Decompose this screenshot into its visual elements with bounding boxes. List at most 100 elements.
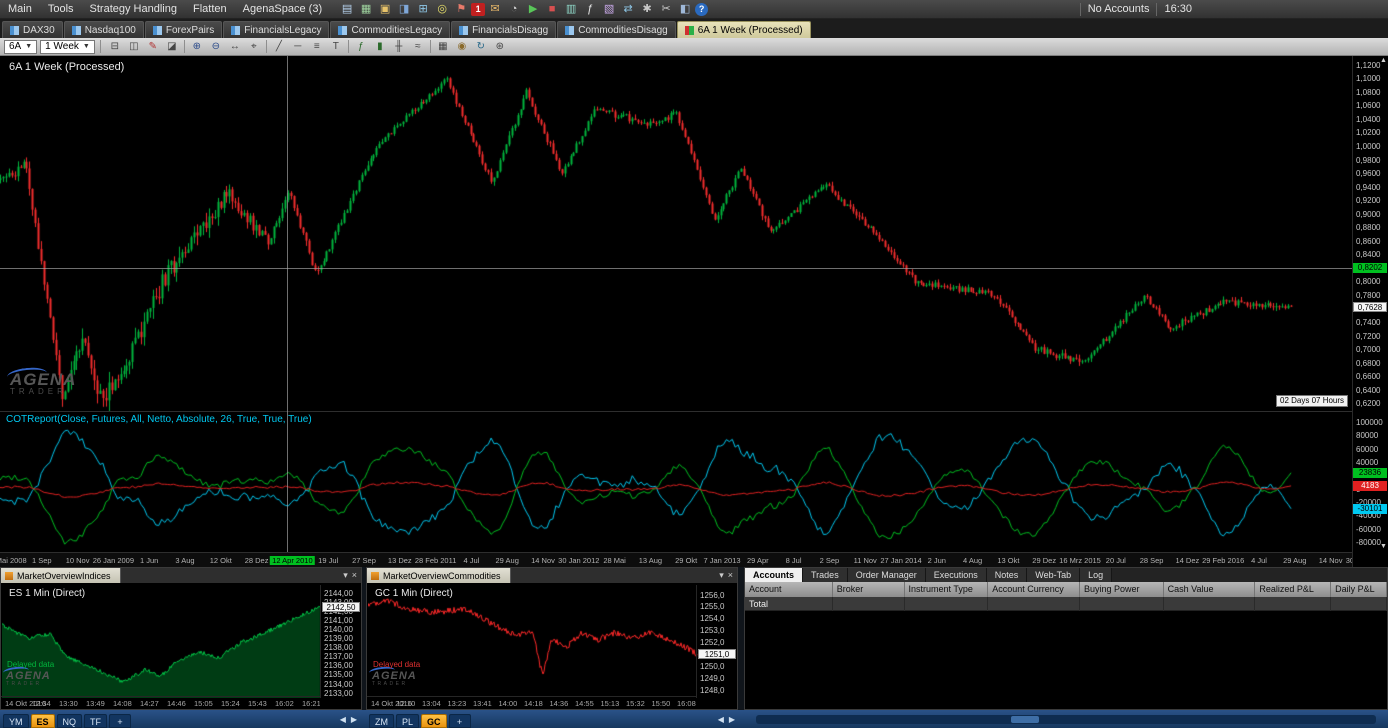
workspace-tab-financialslegacy[interactable]: FinancialsLegacy — [223, 21, 329, 38]
scanner-icon[interactable]: ◎ — [433, 1, 451, 17]
panel-tab-marketoverviewindices[interactable]: MarketOverviewIndices — [1, 568, 121, 583]
instrument-tab-ym[interactable]: YM — [3, 714, 29, 728]
main-price-chart[interactable] — [0, 56, 1352, 412]
draw-pencil-icon[interactable]: ✎ — [144, 39, 162, 54]
tab-log[interactable]: Log — [1080, 568, 1112, 582]
instrument-tab-pl[interactable]: PL — [396, 714, 419, 728]
text-tool-icon[interactable]: T — [327, 39, 345, 54]
settings-icon[interactable]: ⊛ — [491, 39, 509, 54]
alert-flag-icon[interactable]: ⚑ — [452, 1, 470, 17]
tab-accounts[interactable]: Accounts — [745, 568, 803, 582]
column-header-broker[interactable]: Broker — [833, 582, 905, 597]
horizontal-line-icon[interactable]: ─ — [289, 39, 307, 54]
indicator-icon[interactable]: ƒ — [352, 39, 370, 54]
gc-mini-chart[interactable] — [368, 585, 698, 698]
panel-tab-marketoverviewcommodities[interactable]: MarketOverviewCommodities — [367, 568, 511, 583]
stop-icon[interactable]: ■ — [543, 1, 561, 17]
monitor-icon[interactable]: ◧ — [676, 1, 694, 17]
panel-menu-icon[interactable]: ▾ — [343, 570, 348, 581]
clock-icon[interactable]: ◔ — [505, 1, 523, 17]
instrument-list-icon[interactable]: ▤ — [338, 1, 356, 17]
instrument-tab-gc[interactable]: GC — [421, 714, 447, 728]
tab-web-tab[interactable]: Web-Tab — [1027, 568, 1080, 582]
workspace-tab-commoditieslegacy[interactable]: CommoditiesLegacy — [330, 21, 450, 38]
bar-style-icon[interactable]: ╫ — [390, 39, 408, 54]
save-template-icon[interactable]: ◫ — [125, 39, 143, 54]
workspace-tab-financialsdisagg[interactable]: FinancialsDisagg — [451, 21, 556, 38]
tab-trades[interactable]: Trades — [803, 568, 848, 582]
open-workspace-icon[interactable]: ▣ — [376, 1, 394, 17]
new-chart-icon[interactable]: ▦ — [357, 1, 375, 17]
gear-icon[interactable]: ✱ — [638, 1, 656, 17]
scroll-up-icon[interactable]: ▲ — [1380, 57, 1387, 64]
panel-close-icon[interactable]: × — [728, 570, 733, 581]
print-icon[interactable]: ⊟ — [106, 39, 124, 54]
tab-executions[interactable]: Executions — [926, 568, 987, 582]
date-axis[interactable]: 15 Mai 20081 Sep10 Nov26 Jan 20091 Jun3 … — [0, 552, 1388, 567]
grid-icon[interactable]: ▦ — [434, 39, 452, 54]
fibonacci-icon[interactable]: ≡ — [308, 39, 326, 54]
workspace-tab-dax30[interactable]: DAX30 — [2, 21, 63, 38]
scroll-left-icon[interactable]: ◀ — [718, 715, 724, 724]
es-price-axis[interactable]: 2144,002143,002142,002141,002140,002139,… — [320, 585, 361, 698]
line-chart-icon[interactable]: ≈ — [409, 39, 427, 54]
chart-type-icon[interactable]: ▥ — [562, 1, 580, 17]
menu-main[interactable]: Main — [0, 0, 40, 19]
panel-menu-icon[interactable]: ▾ — [719, 570, 724, 581]
instrument-tab-tf[interactable]: TF — [84, 714, 107, 728]
tab-order-manager[interactable]: Order Manager — [848, 568, 926, 582]
column-header-account-currency[interactable]: Account Currency — [988, 582, 1080, 597]
instrument-tab-zm[interactable]: ZM — [369, 714, 394, 728]
column-header-realized-p-l[interactable]: Realized P&L — [1255, 582, 1331, 597]
scroll-left-icon[interactable]: ◀ — [340, 715, 346, 724]
column-header-buying-power[interactable]: Buying Power — [1080, 582, 1164, 597]
horizontal-scrollbar[interactable] — [756, 715, 1376, 724]
help-icon[interactable]: ? — [695, 3, 708, 16]
instrument-tab-nq[interactable]: NQ — [57, 714, 83, 728]
chart-group-icon[interactable]: ⊞ — [414, 1, 432, 17]
crosshair-icon[interactable]: ⌖ — [245, 39, 263, 54]
workspace-tab-forexpairs[interactable]: ForexPairs — [145, 21, 222, 38]
scroll-right-icon[interactable]: ▶ — [351, 715, 357, 724]
eraser-icon[interactable]: ◪ — [163, 39, 181, 54]
period-select[interactable]: 1 Week ▼ — [40, 40, 95, 54]
candle-style-icon[interactable]: ▮ — [371, 39, 389, 54]
zoom-out-icon[interactable]: ⊖ — [207, 39, 225, 54]
menu-strategy-handling[interactable]: Strategy Handling — [82, 0, 185, 19]
scroll-right-icon[interactable]: ▶ — [729, 715, 735, 724]
workspace-tab-commoditiesdisagg[interactable]: CommoditiesDisagg — [557, 21, 675, 38]
link-charts-icon[interactable]: ⇄ — [619, 1, 637, 17]
scrollbar-handle[interactable] — [1011, 716, 1039, 723]
gc-price-axis[interactable]: 1256,01255,01254,01253,01252,01251,01250… — [696, 585, 737, 698]
snapshot-icon[interactable]: ◉ — [453, 39, 471, 54]
indicator-icon[interactable]: ƒ — [581, 1, 599, 17]
menu-tools[interactable]: Tools — [40, 0, 82, 19]
menu-flatten[interactable]: Flatten — [185, 0, 235, 19]
instrument-tab-[interactable]: + — [449, 714, 471, 728]
column-header-account[interactable]: Account — [745, 582, 833, 597]
price-axis[interactable]: 0,8202 0,7628 ▲ ▼ 1,12001,10001,08001,06… — [1352, 56, 1388, 567]
tab-notes[interactable]: Notes — [987, 568, 1028, 582]
zoom-in-icon[interactable]: ⊕ — [188, 39, 206, 54]
scroll-down-icon[interactable]: ▼ — [1380, 543, 1387, 550]
panel-close-icon[interactable]: × — [352, 570, 357, 581]
menu-agenaspace-3[interactable]: AgenaSpace (3) — [235, 0, 331, 19]
symbol-select[interactable]: 6A ▼ — [4, 40, 37, 54]
scissors-icon[interactable]: ✂ — [657, 1, 675, 17]
column-header-instrument-type[interactable]: Instrument Type — [905, 582, 989, 597]
instrument-tab-es[interactable]: ES — [31, 714, 55, 728]
workspace-tab-6a-1-week-processed[interactable]: 6A 1 Week (Processed) — [677, 21, 811, 38]
save-workspace-icon[interactable]: ◨ — [395, 1, 413, 17]
template-icon[interactable]: ▧ — [600, 1, 618, 17]
table-row[interactable]: Total — [745, 597, 1387, 611]
news-mail-icon[interactable]: ✉ — [486, 1, 504, 17]
instrument-tab-[interactable]: + — [109, 714, 131, 728]
workspace-tab-nasdaq100[interactable]: Nasdaq100 — [64, 21, 144, 38]
play-icon[interactable]: ▶ — [524, 1, 542, 17]
refresh-icon[interactable]: ↻ — [472, 39, 490, 54]
cot-indicator-chart[interactable] — [0, 412, 1352, 552]
column-header-cash-value[interactable]: Cash Value — [1164, 582, 1256, 597]
trend-line-icon[interactable]: ╱ — [270, 39, 288, 54]
calendar-icon[interactable]: 1 — [471, 3, 485, 16]
column-header-daily-p-l[interactable]: Daily P&L — [1331, 582, 1387, 597]
